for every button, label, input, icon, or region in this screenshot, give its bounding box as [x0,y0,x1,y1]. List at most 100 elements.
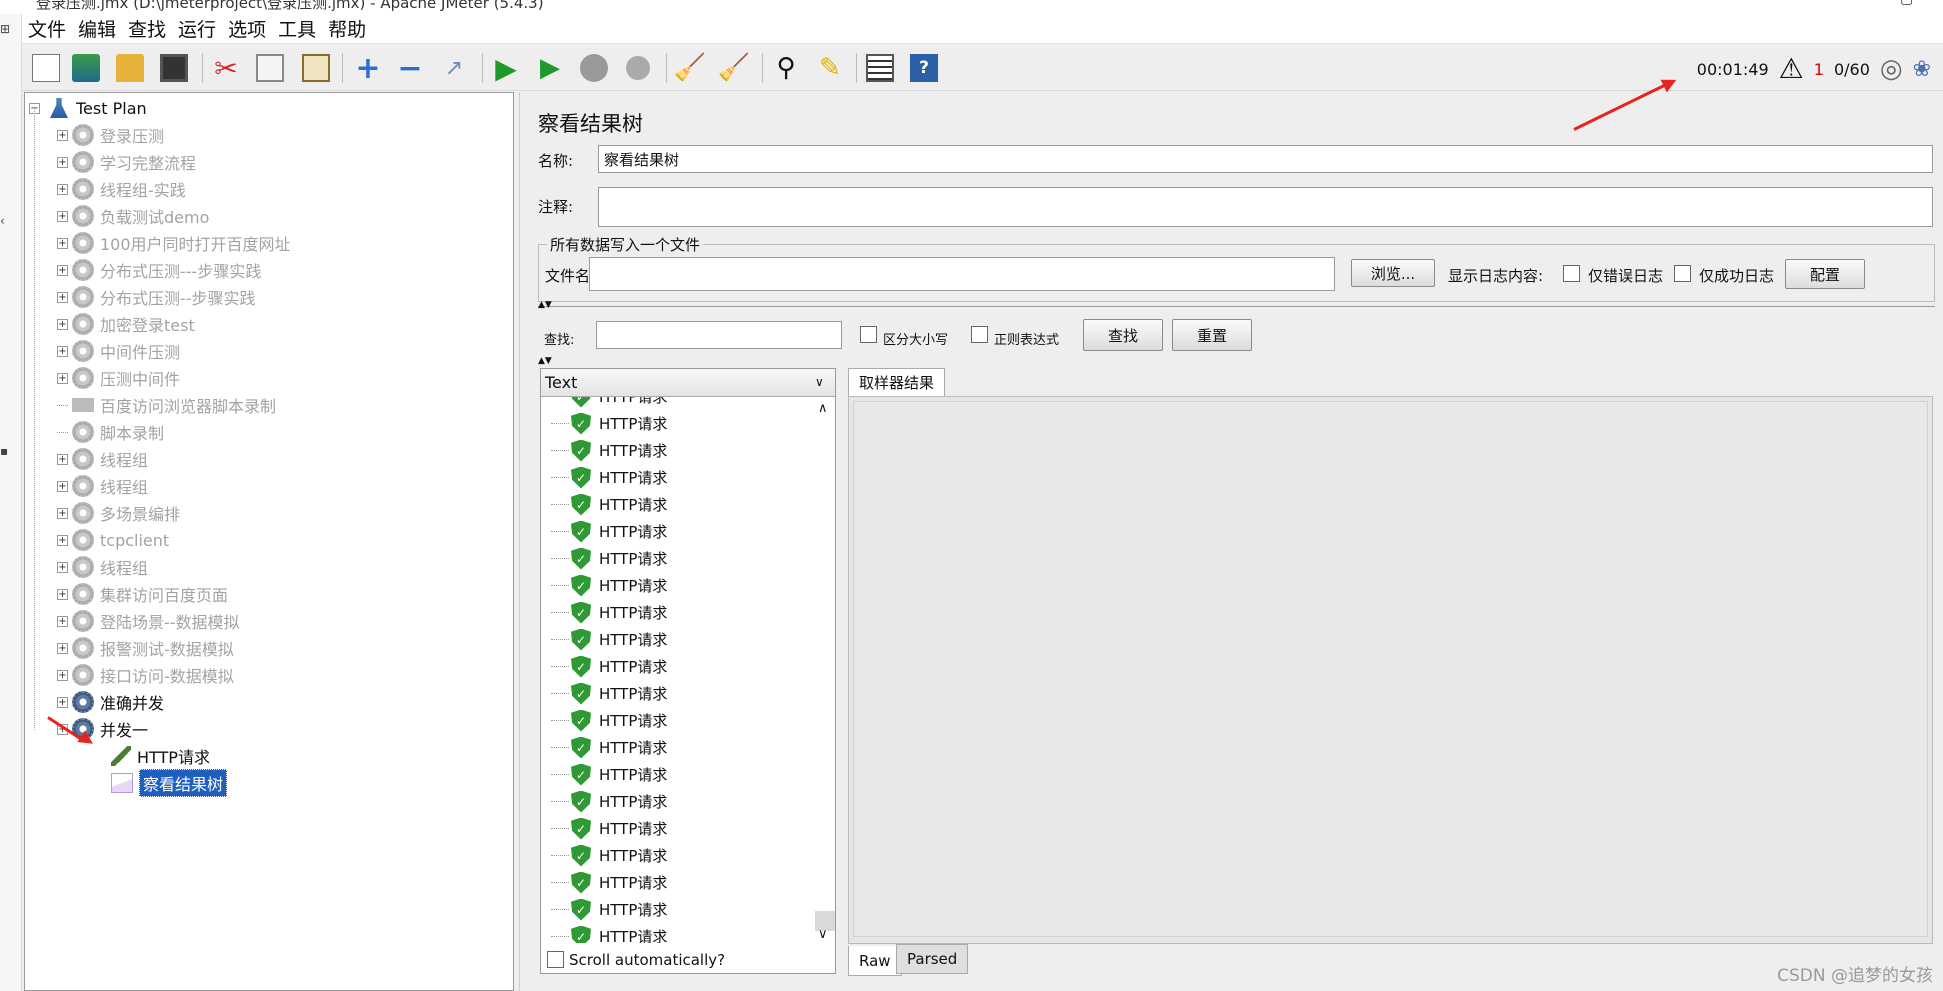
expand-toggle-icon[interactable]: + [57,129,68,141]
result-item[interactable]: ✓ HTTP请求 [551,437,667,464]
tree-child-http[interactable]: HTTP请求 [111,743,210,769]
search-input[interactable] [596,321,842,349]
expand-toggle-icon[interactable]: + [57,588,68,600]
collapse-icon[interactable]: − [392,50,428,86]
result-item[interactable]: ✓ HTTP请求 [551,923,667,943]
clear-all-icon[interactable]: 🧹 [716,50,752,86]
tree-item[interactable]: + 中间件压测 [57,338,180,364]
paste-icon[interactable] [298,50,334,86]
menu-search[interactable]: 查找 [122,15,172,42]
reset-search-icon[interactable]: ✎ [812,50,848,86]
name-input[interactable]: 察看结果树 [598,145,1933,173]
result-item[interactable]: ✓ HTTP请求 [551,788,667,815]
log-icon[interactable]: ❀ [1913,57,1931,82]
tree-item[interactable]: + 分布式压测--步骤实践 [57,284,256,310]
menu-options[interactable]: 选项 [222,15,272,42]
menu-tools[interactable]: 工具 [272,15,322,42]
splitter-arrows-2[interactable]: ▲▼ [538,356,552,366]
menu-run[interactable]: 运行 [172,15,222,42]
browse-button[interactable]: 浏览... [1351,259,1435,287]
configure-button[interactable]: 配置 [1785,259,1865,289]
tab-sampler-result[interactable]: 取样器结果 [848,368,946,396]
help-icon[interactable]: ? [906,50,942,86]
expand-icon[interactable]: + [350,50,386,86]
function-helper-icon[interactable] [862,50,898,86]
tree-item[interactable]: + tcpclient [57,527,169,553]
expand-toggle-icon[interactable]: + [57,534,68,546]
copy-icon[interactable] [252,50,288,86]
tree-child-result-tree[interactable]: 察看结果树 [111,769,228,797]
expand-toggle-icon[interactable]: + [57,318,68,330]
result-item[interactable]: ✓ HTTP请求 [551,545,667,572]
result-item[interactable]: ✓ HTTP请求 [551,599,667,626]
result-item[interactable]: ✓ HTTP请求 [551,734,667,761]
tree-item[interactable]: + 准确并发 [57,689,164,715]
new-icon[interactable] [28,50,64,86]
tree-item[interactable]: + 接口访问-数据模拟 [57,662,234,688]
tree-item[interactable]: + 登录压测 [57,122,164,148]
menu-help[interactable]: 帮助 [322,15,372,42]
templates-icon[interactable] [68,50,104,86]
results-scrollbar[interactable]: ∧ ∨ [815,401,835,942]
expand-toggle-icon[interactable]: + [57,669,68,681]
expand-toggle-icon[interactable]: + [57,507,68,519]
result-item[interactable]: ✓ HTTP请求 [551,761,667,788]
scroll-auto-checkbox[interactable] [547,951,564,968]
start-icon[interactable]: ▶ [488,50,524,86]
tree-item[interactable]: 百度访问浏览器脚本录制 [57,392,276,418]
find-button[interactable]: 查找 [1083,319,1163,351]
result-item[interactable]: ✓ HTTP请求 [551,572,667,599]
expand-toggle-icon[interactable]: + [57,264,68,276]
stop-icon[interactable] [576,50,612,86]
cut-icon[interactable]: ✂ [208,50,244,86]
result-item[interactable]: ✓ HTTP请求 [551,869,667,896]
filename-input[interactable] [589,257,1335,291]
warning-icon[interactable]: ⚠ [1779,55,1804,83]
expand-toggle-icon[interactable]: + [57,480,68,492]
clear-icon[interactable]: 🧹 [672,50,708,86]
result-item[interactable]: ✓ HTTP请求 [571,397,667,410]
result-item[interactable]: ✓ HTTP请求 [551,653,667,680]
scroll-up-icon[interactable]: ∧ [818,401,828,416]
expand-toggle-icon[interactable]: + [57,210,68,222]
shutdown-icon[interactable] [620,50,656,86]
tab-raw[interactable]: Raw [848,946,902,976]
tree-root[interactable]: − Test Plan [29,95,147,121]
result-item[interactable]: ✓ HTTP请求 [551,842,667,869]
case-sensitive-checkbox[interactable] [860,326,877,343]
expand-toggle-icon[interactable]: + [57,696,68,708]
result-item[interactable]: ✓ HTTP请求 [551,410,667,437]
maximize-icon[interactable]: ▢ [1900,0,1913,7]
tree-item[interactable]: + 集群访问百度页面 [57,581,228,607]
expand-toggle-icon[interactable]: + [57,615,68,627]
open-icon[interactable] [112,50,148,86]
expand-toggle-icon[interactable]: + [57,156,68,168]
menu-edit[interactable]: 编辑 [72,15,122,42]
renderer-select[interactable]: Text ∨ [541,369,835,397]
tree-item[interactable]: + 分布式压测---步骤实践 [57,257,261,283]
tree-item[interactable]: + 报警测试-数据模拟 [57,635,234,661]
tree-item[interactable]: + 学习完整流程 [57,149,196,175]
scroll-down-icon[interactable]: ∨ [818,927,828,942]
tree-item[interactable]: +并发一 [57,716,148,742]
comment-input[interactable] [598,187,1933,227]
expand-toggle-icon[interactable]: + [57,237,68,249]
tree-item[interactable]: + 登陆场景--数据模拟 [57,608,240,634]
result-item[interactable]: ✓ HTTP请求 [551,707,667,734]
splitter-1[interactable] [538,306,1935,308]
tree-item[interactable]: + 负载测试demo [57,203,209,229]
result-item[interactable]: ✓ HTTP请求 [551,518,667,545]
tree-item[interactable]: + 线程组-实践 [57,176,186,202]
tab-parsed[interactable]: Parsed [896,944,969,974]
expand-toggle-icon[interactable]: + [57,183,68,195]
tree-item[interactable]: +100用户同时打开百度网址 [57,230,291,256]
tree-item[interactable]: 脚本录制 [57,419,164,445]
result-item[interactable]: ✓ HTTP请求 [551,680,667,707]
tree-item[interactable]: + 多场景编排 [57,500,180,526]
result-item[interactable]: ✓ HTTP请求 [551,491,667,518]
tree-item[interactable]: + 压测中间件 [57,365,180,391]
expand-toggle-icon[interactable]: + [57,453,68,465]
tree-item[interactable]: + 加密登录test [57,311,195,337]
expand-toggle-icon[interactable]: + [57,291,68,303]
result-item[interactable]: ✓ HTTP请求 [551,626,667,653]
